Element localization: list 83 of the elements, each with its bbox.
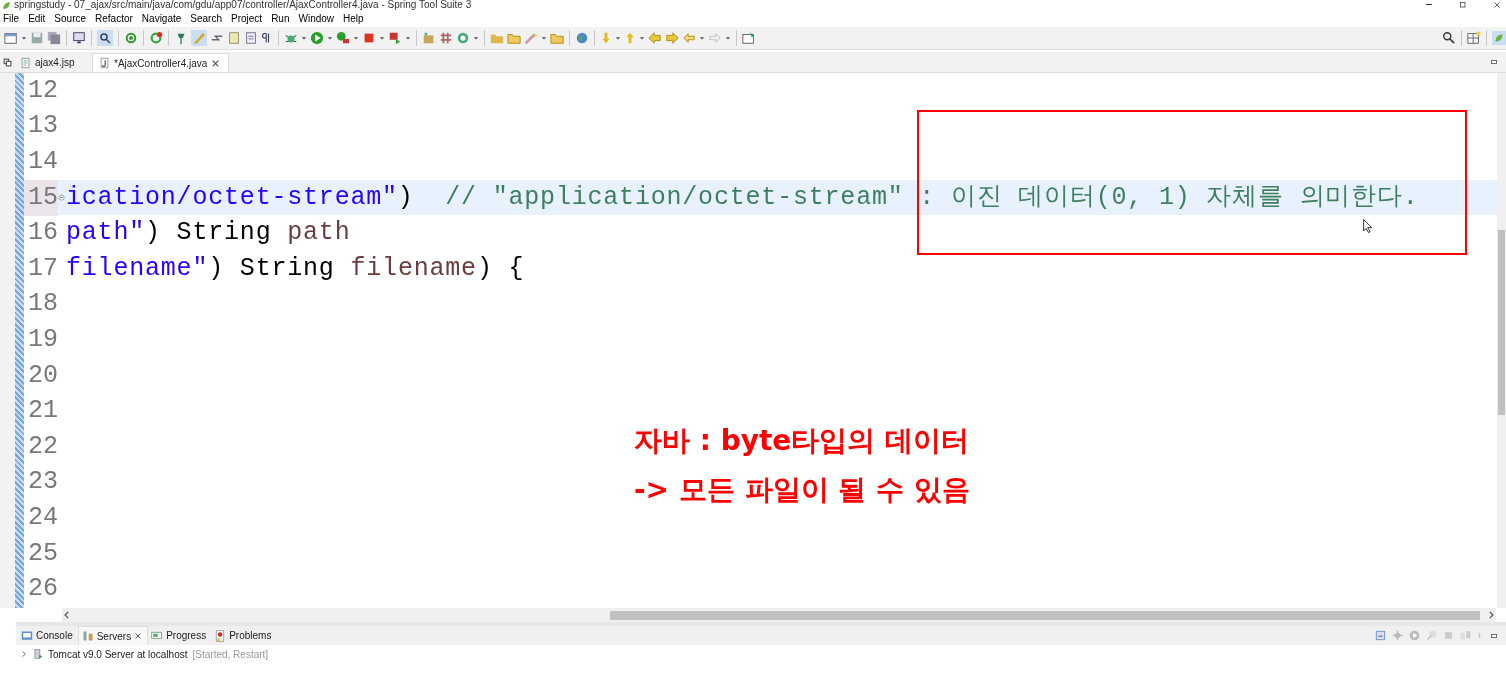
floppy-icon[interactable] (30, 31, 44, 45)
line-number: 22 (27, 430, 58, 463)
close-icon[interactable] (1492, 1, 1502, 9)
panel-tab[interactable]: Progress (148, 626, 212, 645)
restore-views-icon[interactable] (2, 58, 12, 67)
arrow-right-icon[interactable] (1486, 610, 1496, 620)
package-icon[interactable] (422, 31, 436, 45)
server-icon (33, 648, 43, 660)
floppy-stack-icon[interactable] (47, 31, 61, 45)
minimize-icon[interactable] (1488, 632, 1500, 639)
chevron-right-icon[interactable] (20, 650, 28, 658)
menu-item[interactable]: Run (271, 12, 295, 24)
line-number: 12 (27, 74, 58, 107)
line-number: 14 (27, 146, 58, 178)
search-icon[interactable] (1442, 31, 1456, 45)
close-icon[interactable] (134, 632, 143, 640)
problems-view-icon (214, 629, 227, 642)
code-line: filename") String filename) { (66, 252, 525, 285)
progress-view-icon (151, 629, 164, 642)
folder-icon[interactable] (550, 31, 564, 45)
perspective-icon[interactable] (1467, 31, 1481, 45)
start-icon[interactable] (1409, 630, 1420, 641)
vertical-scrollbar[interactable] (1497, 73, 1506, 608)
line-number: 20 (27, 359, 58, 392)
pin-window-icon[interactable] (742, 31, 756, 45)
monitor-icon[interactable] (72, 31, 86, 45)
grid-icon[interactable] (439, 31, 453, 45)
magnifier-toggle-icon[interactable] (97, 30, 113, 46)
menu-item[interactable]: Edit (28, 12, 51, 24)
minimize-icon[interactable] (1488, 59, 1500, 65)
close-icon[interactable] (211, 58, 221, 68)
leaf-icon (2, 0, 11, 10)
panel-tab[interactable]: Console (18, 626, 78, 645)
horizontal-scrollbar[interactable] (62, 608, 1496, 622)
console-view-icon (21, 629, 33, 642)
file-icon (99, 57, 110, 69)
line-number: 19 (27, 323, 58, 356)
server-item[interactable]: Tomcat v9.0 Server at localhost [Started, Restart] (20, 647, 1502, 661)
new-window-icon[interactable] (4, 31, 18, 45)
globe-icon[interactable] (575, 31, 589, 45)
power-icon[interactable] (124, 31, 138, 45)
menu-item[interactable]: Navigate (141, 12, 187, 24)
line-number: 23 (27, 466, 58, 499)
flag-icon[interactable] (388, 31, 402, 45)
menu-item[interactable]: Search (190, 12, 227, 24)
line-number: 13 (27, 110, 58, 143)
menu-item[interactable]: Project (231, 12, 268, 24)
line-number: 26 (27, 573, 58, 606)
play-icon[interactable] (310, 31, 324, 45)
line-number: 15 (24, 179, 58, 216)
stop-icon[interactable] (362, 31, 376, 45)
menu-item[interactable]: Help (343, 12, 369, 24)
line-number: 25 (27, 537, 58, 570)
wand-icon[interactable] (524, 31, 538, 45)
editor-tab[interactable]: ajax4.jsp (14, 53, 92, 72)
panel-tab[interactable]: Problems (211, 626, 277, 645)
menu-item[interactable]: Source (54, 12, 92, 24)
annotation-text: 자바 : byte타입의 데이터 (634, 423, 970, 459)
panel-tab[interactable]: Servers (77, 626, 149, 645)
servers-view-icon (81, 630, 94, 642)
refresh-icon[interactable] (149, 31, 163, 45)
fold-icon[interactable] (58, 194, 65, 202)
menu-item[interactable]: Window (298, 12, 340, 24)
menu-item[interactable]: Refactor (95, 12, 138, 24)
line-number: 18 (27, 288, 58, 321)
code-line: path") String path (66, 217, 351, 250)
code-line: ication/octet-stream") // "application/octet-stream" : 이진 데이터(0, 1) 자체를 의미한다. (66, 181, 1419, 214)
folder-icon[interactable] (507, 31, 521, 45)
menu-item[interactable]: File (3, 12, 25, 24)
document-icon[interactable] (227, 31, 241, 45)
arrow-right-icon[interactable] (665, 31, 679, 45)
line-number: 16 (27, 217, 58, 250)
mouse-pointer-icon (1362, 216, 1375, 236)
arrow-left-icon[interactable] (62, 610, 72, 620)
annotation-text: -> 모든 파일이 될 수 있음 (634, 472, 970, 508)
window-title: springstudy - 07_ajax/src/main/java/com/gdu/app07/controller/AjaxController4.java - Spring Tool Suite 3 (14, 0, 472, 10)
restore-icon[interactable] (1458, 1, 1468, 9)
line-number: 24 (27, 501, 58, 534)
editor-tab[interactable]: *AjaxController4.java (92, 53, 230, 72)
file-icon (20, 56, 31, 69)
line-number: 17 (27, 252, 58, 285)
line-number: 21 (27, 395, 58, 428)
collapse-icon[interactable] (1375, 630, 1386, 641)
